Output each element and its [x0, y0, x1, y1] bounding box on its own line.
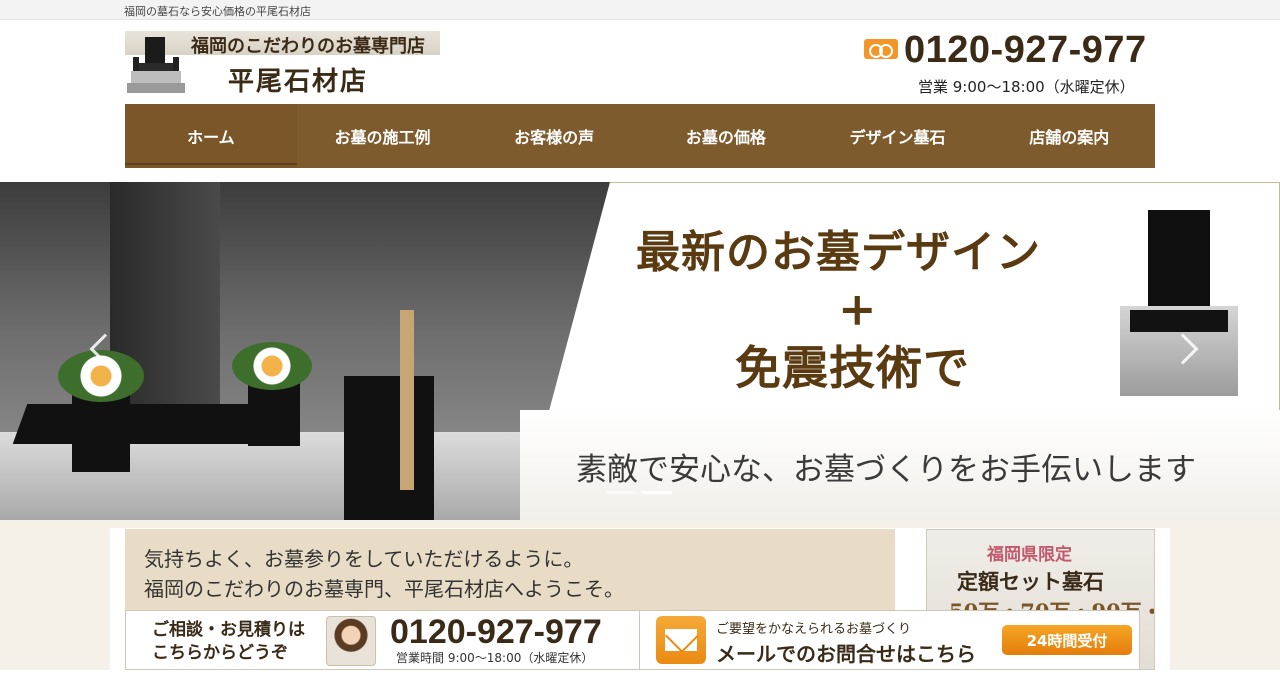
- staff-avatar: [326, 616, 376, 666]
- flower-vase-left: [72, 392, 130, 472]
- hero-slider: 最新のお墓デザイン + 免震技術で 素敵で安心な、お墓づくりをお手伝いします: [0, 182, 1280, 520]
- nav-item-design[interactable]: デザイン墓石: [812, 104, 984, 168]
- black-slab: [12, 404, 268, 444]
- welcome-line-2: 福岡のこだわりのお墓専門、平尾石材店へようこそ。: [144, 577, 624, 601]
- hero-plus: +: [838, 282, 877, 336]
- site-header: 福岡のこだわりのお墓専門店 平尾石材店 0120-927-977 営業 9:00…: [0, 21, 1280, 103]
- top-info-text: 福岡の墓石なら安心価格の平尾石材店: [124, 5, 311, 18]
- fixed-contact-bar: ご相談・お見積りは こちらからどうぞ 0120-927-977 営業時間 9:0…: [125, 610, 1140, 670]
- consult-text: ご相談・お見積りは こちらからどうぞ: [152, 619, 305, 665]
- hero-product-stone: [1120, 210, 1238, 396]
- 24h-badge[interactable]: 24時間受付: [1002, 625, 1132, 655]
- header-contact: 0120-927-977 営業 9:00～18:00（水曜定休）: [864, 29, 1156, 96]
- consult-line-2: こちらからどうぞ: [152, 643, 288, 663]
- hero-headline-1: 最新のお墓デザイン: [636, 227, 1041, 278]
- hero-headline-2: 免震技術で: [735, 341, 970, 395]
- slider-dots: [606, 491, 672, 494]
- phone-contact-section[interactable]: ご相談・お見積りは こちらからどうぞ 0120-927-977 営業時間 9:0…: [140, 611, 640, 669]
- mail-caption: ご要望をかなえられるお墓づくり: [716, 622, 912, 637]
- nav-item-home[interactable]: ホーム: [125, 104, 297, 168]
- top-info-bar: 福岡の墓石なら安心価格の平尾石材店: [0, 0, 1280, 20]
- promo-title: 定額セット墓石: [957, 569, 1104, 594]
- logo-tagline: 福岡のこだわりのお墓専門店: [191, 36, 425, 57]
- tombstone-logo-icon: [127, 37, 185, 93]
- header-phone[interactable]: 0120-927-977: [904, 29, 1147, 72]
- mail-icon: [656, 616, 706, 664]
- free-dial-icon: [864, 39, 898, 59]
- welcome-box: 気持ちよく、お墓参りをしていただけるように。 福岡のこだわりのお墓専門、平尾石材…: [125, 529, 895, 613]
- consult-line-1: ご相談・お見積りは: [152, 620, 305, 640]
- slider-dot-active[interactable]: [642, 491, 672, 494]
- header-business-hours: 営業 9:00～18:00（水曜定休）: [918, 78, 1135, 96]
- slider-dot[interactable]: [606, 491, 636, 494]
- footer-business-hours: 営業時間 9:00～18:00（水曜定休）: [396, 651, 594, 665]
- nav-item-voices[interactable]: お客様の声: [468, 104, 640, 168]
- footer-phone[interactable]: 0120-927-977: [390, 613, 602, 652]
- nav-item-prices[interactable]: お墓の価格: [640, 104, 812, 168]
- hero-subtitle: 素敵で安心な、お墓づくりをお手伝いします: [576, 452, 1196, 488]
- flower-vase-right: [248, 382, 300, 446]
- nav-item-store[interactable]: 店舗の案内: [983, 104, 1155, 168]
- mail-contact-section[interactable]: ご要望をかなえられるお墓づくり メールでのお問合せはこちら 24時間受付: [642, 611, 1140, 669]
- mail-link-text[interactable]: メールでのお問合せはこちら: [716, 638, 976, 667]
- logo-shop-name: 平尾石材店: [228, 67, 369, 97]
- sotoba-stick: [400, 310, 414, 490]
- site-logo[interactable]: 福岡のこだわりのお墓専門店 平尾石材店: [125, 31, 440, 97]
- flowers-right: [232, 342, 312, 390]
- incense-stand: [344, 376, 434, 520]
- promo-tag: 福岡県限定: [987, 545, 1072, 565]
- welcome-line-1: 気持ちよく、お墓参りをしていただけるように。: [144, 547, 584, 571]
- global-nav: ホーム お墓の施工例 お客様の声 お墓の価格 デザイン墓石 店舗の案内: [125, 104, 1155, 168]
- nav-item-works[interactable]: お墓の施工例: [297, 104, 469, 168]
